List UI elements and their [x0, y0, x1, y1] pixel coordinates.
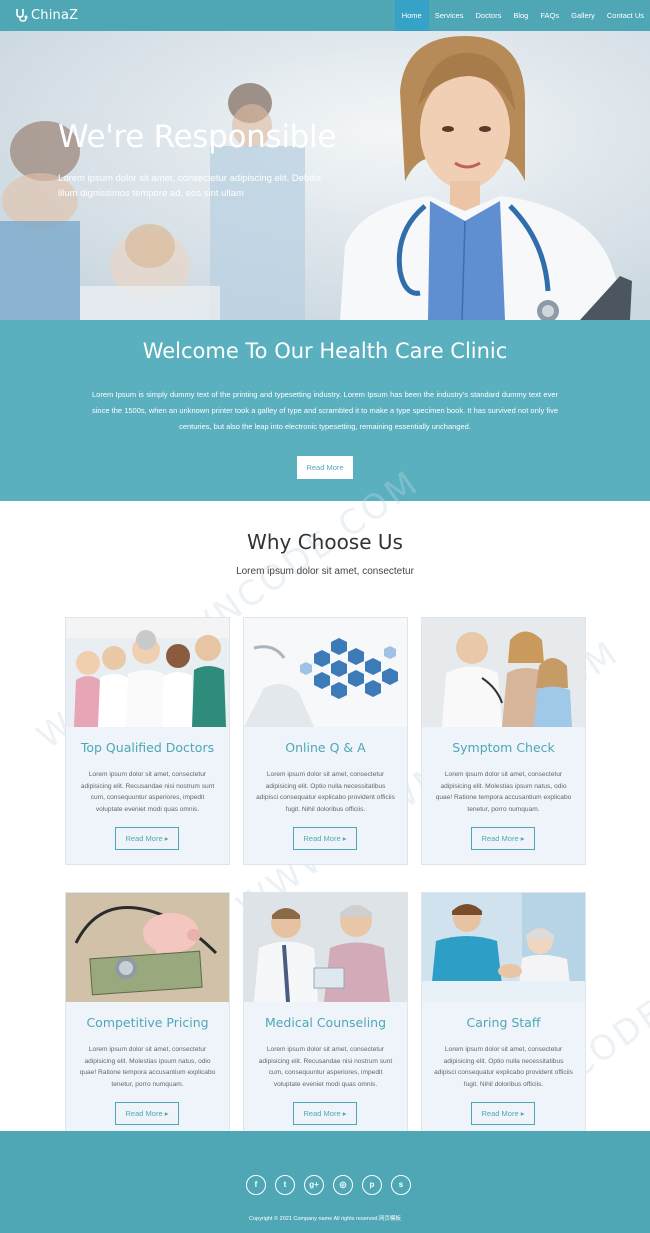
card-text: Lorem ipsum dolor sit amet, consectetur …: [256, 771, 395, 813]
card-title: Caring Staff: [466, 1015, 541, 1030]
why-section-title: Why Choose Us: [247, 530, 403, 554]
caret-right-icon: ▸: [164, 1109, 169, 1118]
card-title: Online Q & A: [285, 740, 366, 755]
hero-title: We're Responsible: [58, 119, 337, 155]
welcome-text: Lorem Ipsum is simply dummy text of the …: [92, 390, 558, 431]
copyright-text: Copyright © 2021 Company name All rights…: [248, 1216, 401, 1222]
nav-services[interactable]: Services: [429, 0, 470, 31]
caret-right-icon: ▸: [342, 834, 347, 843]
facebook-icon[interactable]: f: [246, 1175, 266, 1195]
nav-gallery[interactable]: Gallery: [565, 0, 601, 31]
page-footer: f t g+ ◎ p s Copyright © 2021 Company na…: [0, 1131, 650, 1233]
card-read-more-button[interactable]: Read More ▸: [115, 827, 179, 850]
welcome-title: Welcome To Our Health Care Clinic: [142, 339, 508, 363]
caret-right-icon: ▸: [342, 1109, 347, 1118]
medical-counseling-photo: [244, 893, 407, 1002]
feature-card: Online Q & A Lorem ipsum dolor sit amet,…: [243, 617, 408, 865]
brand-name: ChinaZ: [31, 7, 79, 23]
doctors-team-photo: [66, 618, 229, 727]
stethoscope-icon: [16, 9, 28, 22]
piggy-bank-photo: [66, 893, 229, 1002]
feature-card: Medical Counseling Lorem ipsum dolor sit…: [243, 892, 408, 1140]
card-text: Lorem ipsum dolor sit amet, consectetur …: [435, 771, 572, 813]
card-read-more-button[interactable]: Read More ▸: [293, 1102, 357, 1125]
card-text: Lorem ipsum dolor sit amet, consectetur …: [258, 1046, 393, 1088]
nav-doctors[interactable]: Doctors: [470, 0, 508, 31]
caring-staff-photo: [422, 893, 585, 1002]
skype-icon[interactable]: s: [391, 1175, 411, 1195]
main-menu: Home Services Doctors Blog FAQs Gallery …: [394, 0, 650, 31]
card-title: Medical Counseling: [264, 1015, 387, 1030]
feature-card: Top Qualified Doctors Lorem ipsum dolor …: [65, 617, 230, 865]
welcome-section: Welcome To Our Health Care Clinic Lorem …: [0, 320, 650, 501]
nav-blog[interactable]: Blog: [507, 0, 534, 31]
card-text: Lorem ipsum dolor sit amet, consectetur …: [79, 1046, 216, 1088]
why-section-subtitle: Lorem ipsum dolor sit amet, consectetur: [236, 566, 414, 577]
pinterest-icon[interactable]: p: [362, 1175, 382, 1195]
brand-logo[interactable]: ChinaZ: [14, 5, 78, 25]
card-read-more-button[interactable]: Read More ▸: [115, 1102, 179, 1125]
instagram-icon[interactable]: ◎: [333, 1175, 353, 1195]
card-title: Symptom Check: [452, 740, 555, 755]
nav-faqs[interactable]: FAQs: [534, 0, 565, 31]
feature-card: Caring Staff Lorem ipsum dolor sit amet,…: [421, 892, 586, 1140]
symptom-check-photo: [422, 618, 585, 727]
nav-contact[interactable]: Contact Us: [601, 0, 650, 31]
caret-right-icon: ▸: [164, 834, 169, 843]
card-text: Lorem ipsum dolor sit amet, consectetur …: [434, 1046, 573, 1088]
welcome-read-more-button[interactable]: Read More: [297, 456, 353, 479]
card-read-more-button[interactable]: Read More ▸: [471, 827, 535, 850]
feature-card: Symptom Check Lorem ipsum dolor sit amet…: [421, 617, 586, 865]
social-links: f t g+ ◎ p s: [246, 1175, 411, 1195]
card-title: Competitive Pricing: [86, 1015, 209, 1030]
card-title: Top Qualified Doctors: [80, 740, 215, 755]
hero-banner: We're Responsible Lorem ipsum dolor sit …: [0, 31, 650, 320]
medical-icons-photo: [244, 618, 407, 727]
twitter-icon[interactable]: t: [275, 1175, 295, 1195]
top-navbar: ChinaZ Home Services Doctors Blog FAQs G…: [0, 0, 650, 31]
google-plus-icon[interactable]: g+: [304, 1175, 324, 1195]
card-read-more-button[interactable]: Read More ▸: [471, 1102, 535, 1125]
caret-right-icon: ▸: [520, 1109, 525, 1118]
feature-card: Competitive Pricing Lorem ipsum dolor si…: [65, 892, 230, 1140]
hero-description: Lorem ipsum dolor sit amet, consectetur …: [58, 173, 321, 199]
card-read-more-button[interactable]: Read More ▸: [293, 827, 357, 850]
card-text: Lorem ipsum dolor sit amet, consectetur …: [80, 771, 215, 813]
nav-home[interactable]: Home: [394, 0, 429, 31]
caret-right-icon: ▸: [520, 834, 525, 843]
